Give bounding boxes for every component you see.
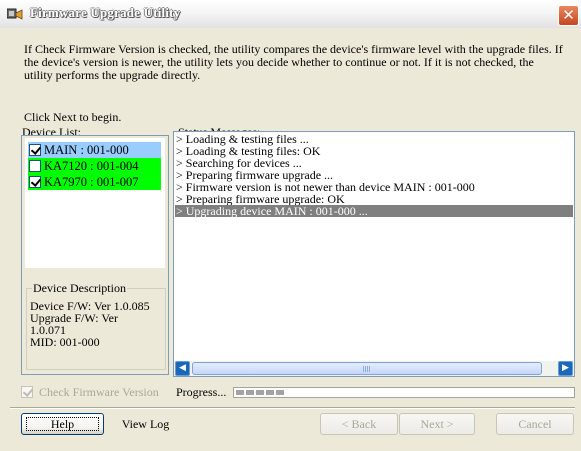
check-firmware-version-label: Check Firmware Version [39,385,159,399]
device-list[interactable]: MAIN : 001-000 KA7120 : 001-004 KA7970 :… [25,138,165,268]
info-text: If Check Firmware Version is checked, th… [24,42,563,82]
device-item-ka7120[interactable]: KA7120 : 001-004 [28,158,161,174]
horizontal-scrollbar[interactable]: ◀ ▶ [174,361,574,376]
firmware-upgrade-window: Firmware Upgrade Utility ✕ If Check Firm… [0,0,581,451]
title-bar[interactable]: Firmware Upgrade Utility ✕ [0,0,581,28]
status-messages-box[interactable]: > Loading & testing files ... > Loading … [173,131,575,377]
grip-icon [363,366,371,372]
device-description-group: Device Description Device F/W: Ver 1.0.0… [26,281,166,370]
scroll-right-icon[interactable]: ▶ [558,361,573,376]
device-checkbox[interactable] [29,160,41,172]
device-label: KA7120 : 001-004 [44,159,139,173]
device-item-ka7970[interactable]: KA7970 : 001-007 [28,174,161,190]
mid-text: MID: 001-000 [30,335,100,349]
window-title: Firmware Upgrade Utility [30,5,181,20]
progress-bar [233,387,575,398]
device-label: MAIN : 001-000 [44,143,129,157]
status-message-selected[interactable]: > Upgrading device MAIN : 001-000 ... [175,205,573,217]
click-next-text: Click Next to begin. [24,110,122,124]
device-checkbox[interactable] [29,144,41,156]
next-button[interactable]: Next > [399,413,475,435]
device-description-legend: Device Description [32,281,127,296]
progress-fill [236,390,286,395]
scroll-left-icon[interactable]: ◀ [175,361,190,376]
cancel-button[interactable]: Cancel [496,413,574,435]
checkbox-box[interactable] [21,386,33,398]
progress-label: Progress... [176,385,227,399]
device-checkbox[interactable] [29,176,41,188]
scrollbar-thumb[interactable] [192,362,542,375]
close-button[interactable]: ✕ [558,5,579,26]
back-button[interactable]: < Back [320,413,398,435]
device-panel: MAIN : 001-000 KA7120 : 001-004 KA7970 :… [21,135,169,375]
view-log-button[interactable]: View Log [104,413,187,435]
help-button[interactable]: Help [21,413,104,435]
device-item-main[interactable]: MAIN : 001-000 [28,142,161,158]
separator [10,407,575,409]
device-label: KA7970 : 001-007 [44,175,139,189]
app-icon [7,8,23,20]
help-button-label: Help [50,417,75,431]
